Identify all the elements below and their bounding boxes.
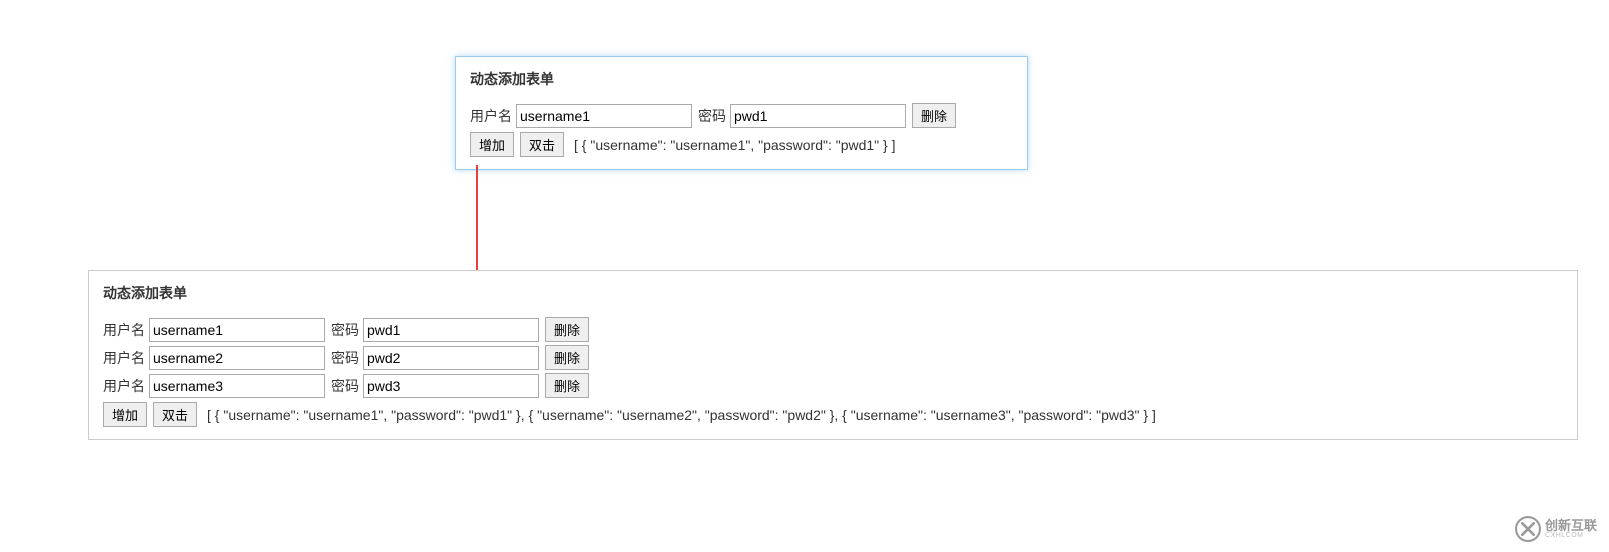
brand-logo: 创新互联 CXHLCOM bbox=[1515, 516, 1597, 542]
password-input[interactable] bbox=[363, 318, 539, 342]
form-row: 用户名 密码 删除 bbox=[103, 345, 1563, 370]
username-label: 用户名 bbox=[103, 376, 145, 396]
panel-title: 动态添加表单 bbox=[103, 283, 1563, 303]
form-row: 用户名 密码 删除 bbox=[470, 103, 1013, 128]
username-input[interactable] bbox=[149, 374, 325, 398]
doubleclick-button[interactable]: 双击 bbox=[520, 132, 564, 157]
delete-button[interactable]: 删除 bbox=[545, 317, 589, 342]
form-row: 用户名 密码 删除 bbox=[103, 373, 1563, 398]
password-label: 密码 bbox=[331, 320, 359, 340]
username-label: 用户名 bbox=[103, 320, 145, 340]
form-row: 用户名 密码 删除 bbox=[103, 317, 1563, 342]
logo-text: 创新互联 bbox=[1545, 519, 1597, 532]
delete-button[interactable]: 删除 bbox=[912, 103, 956, 128]
password-input[interactable] bbox=[363, 346, 539, 370]
username-input[interactable] bbox=[149, 318, 325, 342]
username-input[interactable] bbox=[149, 346, 325, 370]
password-label: 密码 bbox=[331, 348, 359, 368]
add-button[interactable]: 增加 bbox=[470, 132, 514, 157]
password-input[interactable] bbox=[730, 104, 906, 128]
logo-subtext: CXHLCOM bbox=[1545, 532, 1597, 539]
top-panel: 动态添加表单 用户名 密码 删除 增加 双击 [ { "username": "… bbox=[455, 56, 1028, 170]
username-label: 用户名 bbox=[103, 348, 145, 368]
delete-button[interactable]: 删除 bbox=[545, 373, 589, 398]
bottom-panel: 动态添加表单 用户名 密码 删除 用户名 密码 删除 用户名 密码 删除 增加 … bbox=[88, 270, 1578, 440]
footer-row: 增加 双击 [ { "username": "username1", "pass… bbox=[103, 402, 1563, 427]
doubleclick-button[interactable]: 双击 bbox=[153, 402, 197, 427]
json-output: [ { "username": "username1", "password":… bbox=[574, 137, 895, 153]
footer-row: 增加 双击 [ { "username": "username1", "pass… bbox=[470, 132, 1013, 157]
password-label: 密码 bbox=[698, 106, 726, 126]
json-output: [ { "username": "username1", "password":… bbox=[207, 407, 1156, 423]
username-label: 用户名 bbox=[470, 106, 512, 126]
delete-button[interactable]: 删除 bbox=[545, 345, 589, 370]
password-input[interactable] bbox=[363, 374, 539, 398]
add-button[interactable]: 增加 bbox=[103, 402, 147, 427]
username-input[interactable] bbox=[516, 104, 692, 128]
password-label: 密码 bbox=[331, 376, 359, 396]
logo-icon bbox=[1515, 516, 1541, 542]
panel-title: 动态添加表单 bbox=[470, 69, 1013, 89]
